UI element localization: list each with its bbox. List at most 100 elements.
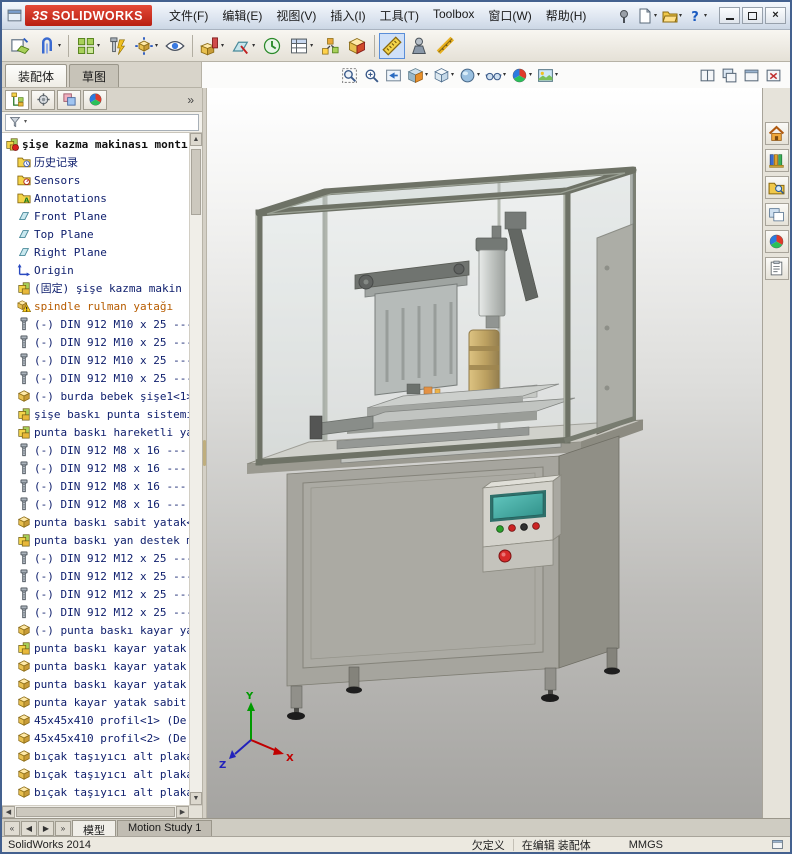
- interference-detection-button[interactable]: [344, 33, 370, 59]
- tree-item[interactable]: (-) DIN 912 M12 x 25 ---: [2, 585, 189, 603]
- tab-sketch[interactable]: 草图: [69, 64, 120, 87]
- menu-item[interactable]: 工具(T): [373, 3, 426, 28]
- minimize-button[interactable]: [719, 7, 740, 24]
- tree-item[interactable]: Right Plane: [2, 243, 189, 261]
- mass-properties-button[interactable]: [406, 33, 432, 59]
- tree-item[interactable]: (-) DIN 912 M12 x 25 ---: [2, 603, 189, 621]
- tree-filter-input[interactable]: ▾: [5, 113, 199, 131]
- reference-geometry-button[interactable]: ▾: [228, 33, 258, 59]
- insert-components-button[interactable]: [7, 33, 33, 59]
- menu-item[interactable]: 视图(V): [269, 3, 323, 28]
- menu-item[interactable]: 编辑(E): [215, 3, 269, 28]
- instant-3d-button[interactable]: [433, 33, 459, 59]
- view-palette-button[interactable]: [764, 203, 789, 226]
- bill-of-materials-button[interactable]: ▾: [286, 33, 316, 59]
- scroll-up-button[interactable]: ▲: [190, 133, 202, 146]
- status-pane-icon[interactable]: [771, 838, 784, 851]
- tree-item[interactable]: Top Plane: [2, 225, 189, 243]
- tree-item[interactable]: şişe kazma makinası montı: [2, 135, 189, 153]
- tree-vertical-scrollbar[interactable]: ▲ ▼: [189, 133, 202, 805]
- tree-item[interactable]: bıçak taşıyıcı alt plaka y: [2, 747, 189, 765]
- exploded-view-button[interactable]: [317, 33, 343, 59]
- tree-item[interactable]: bıçak taşıyıcı alt plaka y: [2, 783, 189, 801]
- move-component-button[interactable]: ▾: [131, 33, 161, 59]
- close-button[interactable]: ×: [765, 7, 786, 24]
- scroll-thumb[interactable]: [16, 807, 175, 817]
- menu-item[interactable]: 窗口(W): [481, 3, 538, 28]
- maximize-view-button[interactable]: [741, 65, 762, 86]
- tree-item[interactable]: (-) burda bebek şişe1<1>: [2, 387, 189, 405]
- tree-item[interactable]: 45x45x410 profil<1> (De: [2, 711, 189, 729]
- tree-item[interactable]: 历史记录: [2, 153, 189, 171]
- solidworks-resources-button[interactable]: [764, 122, 789, 145]
- menu-item[interactable]: 文件(F): [162, 3, 215, 28]
- tree-item[interactable]: punta kayar yatak sabit: [2, 693, 189, 711]
- design-library-button[interactable]: [764, 149, 789, 172]
- displaymanager-tab-button[interactable]: [83, 89, 107, 110]
- configurationmanager-tab-button[interactable]: [57, 89, 81, 110]
- zoom-to-area-button[interactable]: [361, 65, 382, 86]
- tree-item[interactable]: punta baskı kayar yatak: [2, 639, 189, 657]
- open-document-button[interactable]: ▾: [660, 6, 684, 26]
- assembly-features-button[interactable]: ▾: [197, 33, 227, 59]
- tree-item[interactable]: (-) punta baskı kayar ya: [2, 621, 189, 639]
- tree-item[interactable]: (-) DIN 912 M10 x 25 ---: [2, 315, 189, 333]
- scroll-track[interactable]: [190, 146, 202, 792]
- tab-nav-button[interactable]: ◀: [21, 821, 37, 836]
- tree-item[interactable]: (-) DIN 912 M12 x 25 ---: [2, 567, 189, 585]
- tree-item[interactable]: punta baskı kayar yatak: [2, 657, 189, 675]
- custom-properties-button[interactable]: [764, 257, 789, 280]
- tree-item[interactable]: (-) DIN 912 M12 x 25 ---: [2, 549, 189, 567]
- scroll-thumb[interactable]: [191, 149, 201, 215]
- tree-item[interactable]: (-) DIN 912 M10 x 25 ---: [2, 333, 189, 351]
- tree-item[interactable]: punta baskı yan destek m: [2, 531, 189, 549]
- tree-item[interactable]: şişe baskı punta sistemi: [2, 405, 189, 423]
- close-view-button[interactable]: [763, 65, 784, 86]
- featuremanager-tab-button[interactable]: [5, 89, 29, 110]
- tree-horizontal-scrollbar[interactable]: ◀ ▶: [2, 805, 202, 818]
- help-button[interactable]: ▾: [685, 6, 709, 26]
- tree-item[interactable]: Sensors: [2, 171, 189, 189]
- tile-vertical-button[interactable]: [719, 65, 740, 86]
- zoom-to-fit-button[interactable]: [339, 65, 360, 86]
- mate-button[interactable]: ▾: [34, 33, 64, 59]
- tab-nav-button[interactable]: ▶: [38, 821, 54, 836]
- tree-item[interactable]: (-) DIN 912 M8 x 16 ---: [2, 459, 189, 477]
- splitter-handle[interactable]: [203, 440, 206, 466]
- tree-item[interactable]: (固定) şişe kazma makin: [2, 279, 189, 297]
- tree-item[interactable]: punta baskı hareketli ya: [2, 423, 189, 441]
- menu-item[interactable]: 帮助(H): [539, 3, 594, 28]
- pin-button[interactable]: [614, 6, 634, 26]
- display-style-button[interactable]: ▾: [457, 65, 482, 86]
- tree-item[interactable]: (-) DIN 912 M8 x 16 ---: [2, 441, 189, 459]
- tree-item[interactable]: spindle rulman yatağı: [2, 297, 189, 315]
- tree-item[interactable]: Front Plane: [2, 207, 189, 225]
- propertymanager-tab-button[interactable]: [31, 89, 55, 110]
- view-orientation-button[interactable]: ▾: [431, 65, 456, 86]
- apply-scene-button[interactable]: ▾: [535, 65, 560, 86]
- tree-item[interactable]: punta baskı sabit yatak<: [2, 513, 189, 531]
- tree-item[interactable]: Origin: [2, 261, 189, 279]
- tree-item[interactable]: (-) DIN 912 M8 x 16 ---: [2, 477, 189, 495]
- measure-button[interactable]: [379, 32, 406, 59]
- new-document-button[interactable]: ▾: [635, 6, 659, 26]
- show-hidden-components-button[interactable]: [162, 33, 188, 59]
- menu-item[interactable]: 插入(I): [323, 3, 372, 28]
- section-view-button[interactable]: ▾: [405, 65, 430, 86]
- smart-fasteners-button[interactable]: [104, 33, 130, 59]
- new-motion-study-button[interactable]: [259, 33, 285, 59]
- tab-nav-button[interactable]: «: [4, 821, 20, 836]
- tab-motion-study[interactable]: Motion Study 1: [117, 820, 213, 836]
- linear-component-pattern-button[interactable]: ▾: [73, 33, 103, 59]
- tree-item[interactable]: (-) DIN 912 M8 x 16 ---: [2, 495, 189, 513]
- tree-item[interactable]: 45x45x410 profil<2> (De: [2, 729, 189, 747]
- scroll-left-button[interactable]: ◀: [2, 806, 15, 818]
- tile-horizontal-button[interactable]: [697, 65, 718, 86]
- maximize-button[interactable]: [742, 7, 763, 24]
- appearances-scenes-button[interactable]: [764, 230, 789, 253]
- file-explorer-button[interactable]: [764, 176, 789, 199]
- graphics-viewport[interactable]: Y X Z: [207, 88, 762, 818]
- previous-view-button[interactable]: [383, 65, 404, 86]
- tree-item[interactable]: bıçak taşıyıcı alt plaka y: [2, 765, 189, 783]
- scroll-right-button[interactable]: ▶: [176, 806, 189, 818]
